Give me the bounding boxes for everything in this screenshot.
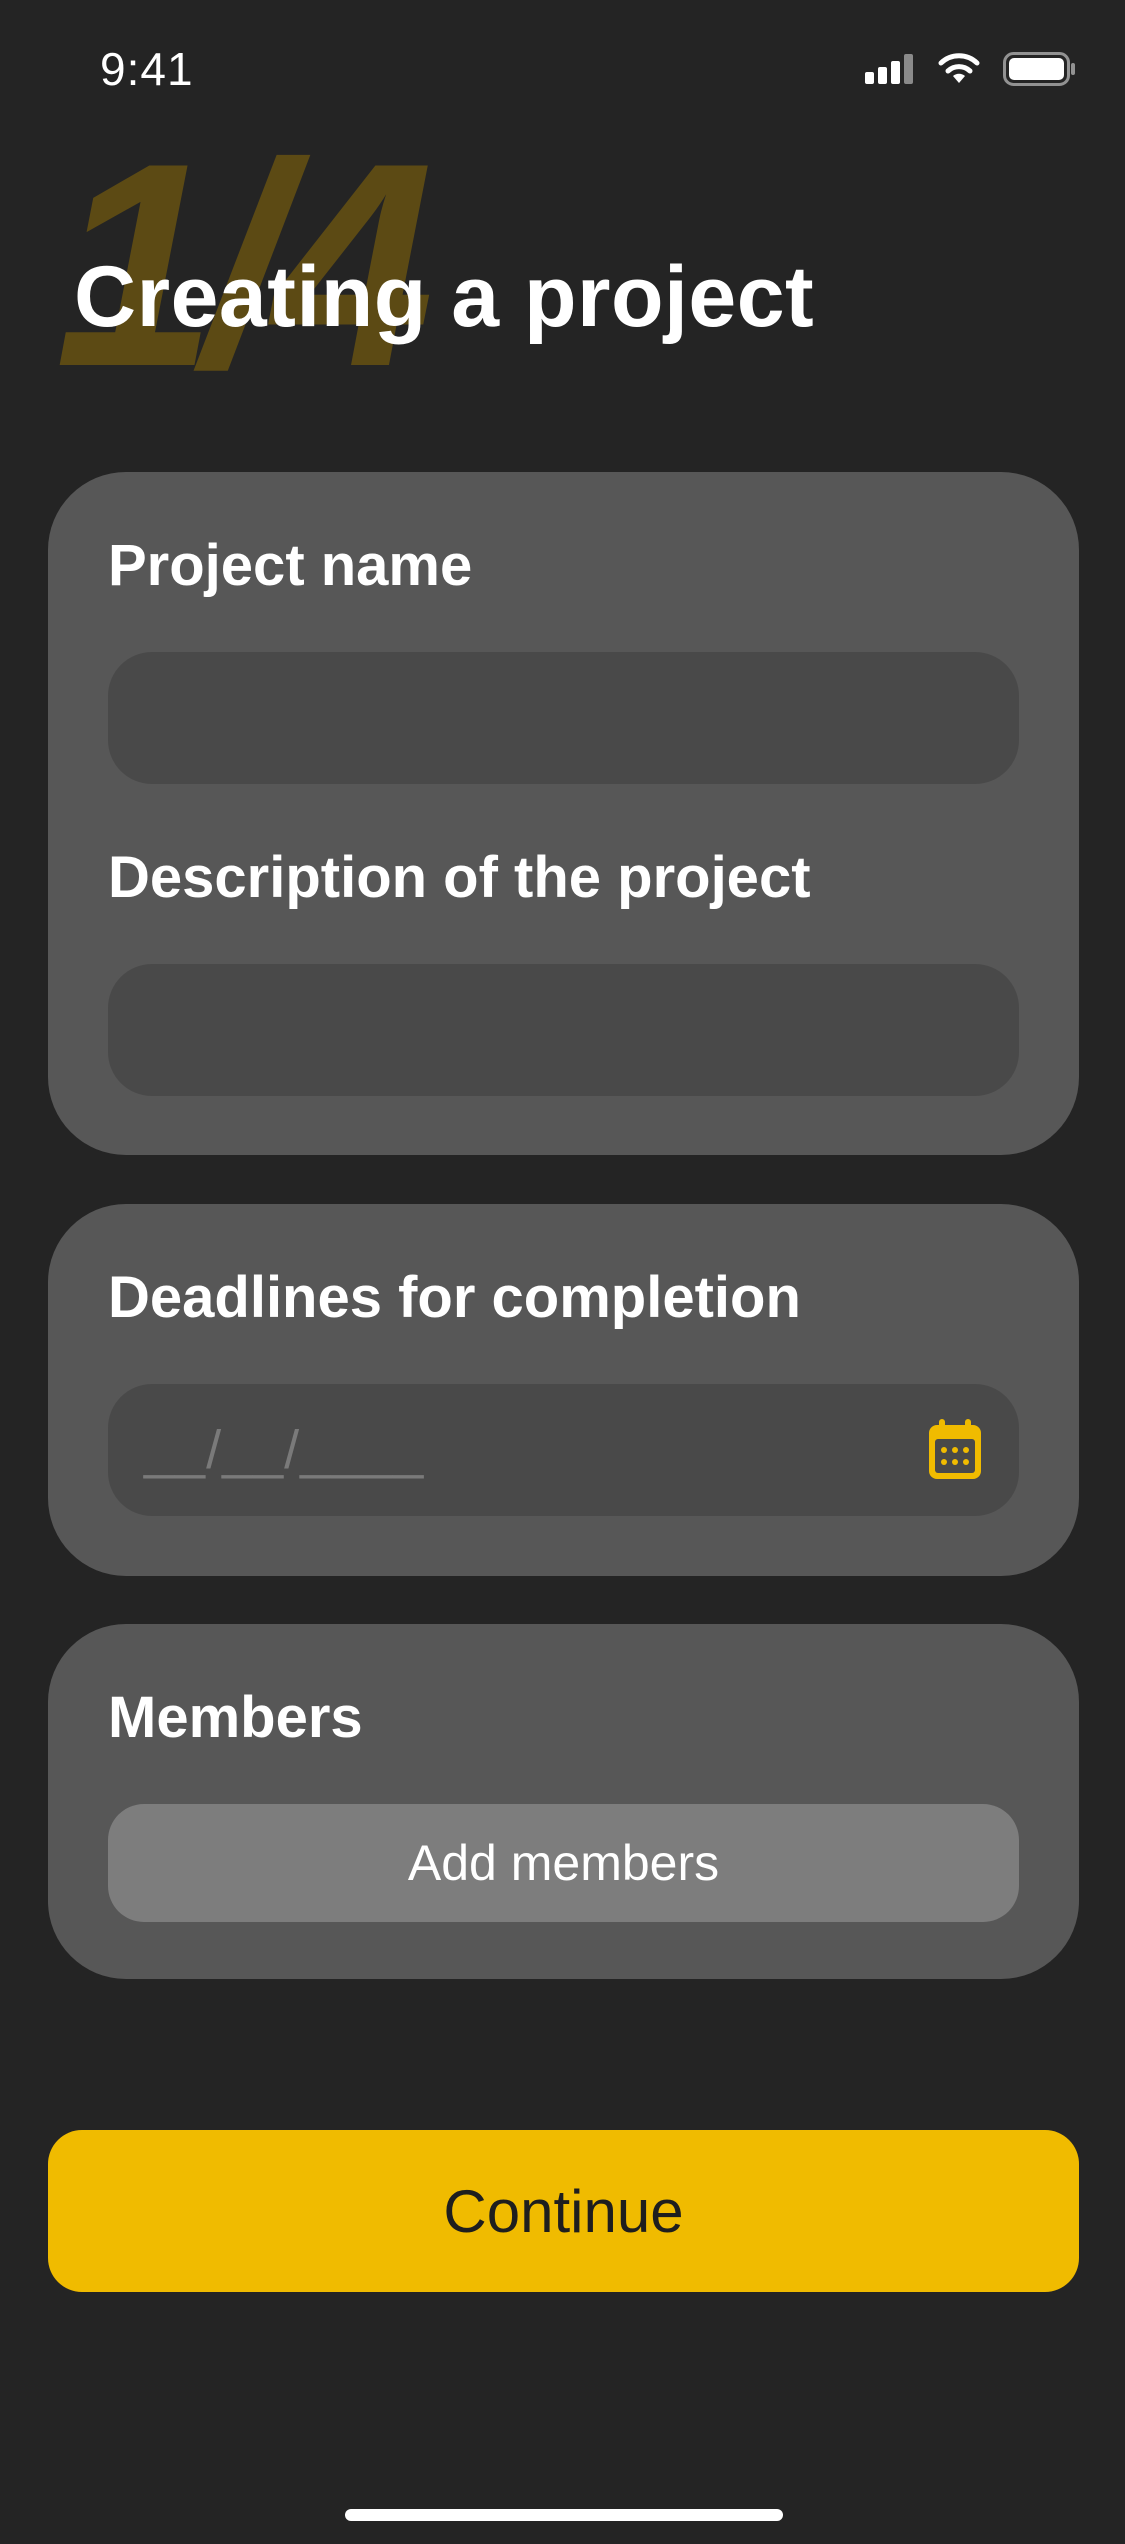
status-time: 9:41 xyxy=(100,43,194,95)
continue-button[interactable]: Continue xyxy=(48,2130,1079,2292)
project-name-label: Project name xyxy=(108,533,473,598)
members-label: Members xyxy=(108,1685,363,1750)
wifi-icon xyxy=(938,53,980,83)
add-members-button[interactable]: Add members xyxy=(108,1804,1019,1922)
page-title: Creating a project xyxy=(74,249,815,345)
battery-icon xyxy=(1003,52,1075,86)
deadline-input[interactable]: __/__/____ xyxy=(108,1384,1019,1516)
project-name-input[interactable] xyxy=(108,652,1019,784)
status-icons xyxy=(865,52,1077,86)
deadline-label: Deadlines for completion xyxy=(108,1265,801,1330)
calendar-icon[interactable] xyxy=(927,1419,983,1481)
home-indicator xyxy=(345,2509,783,2521)
members-card: Members Add members xyxy=(48,1624,1079,1979)
deadline-card: Deadlines for completion __/__/____ xyxy=(48,1204,1079,1576)
description-label: Description of the project xyxy=(108,845,811,910)
description-input[interactable] xyxy=(108,964,1019,1096)
project-details-card: Project name Description of the project xyxy=(48,472,1079,1155)
date-mask: __/__/____ xyxy=(144,1420,425,1480)
cellular-signal-icon xyxy=(865,54,913,84)
